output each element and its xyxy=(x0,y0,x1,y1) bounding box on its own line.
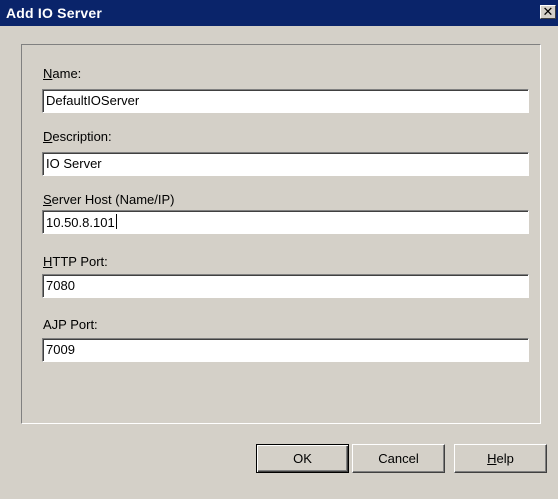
description-label: Description: xyxy=(43,129,112,144)
http-port-field[interactable]: 7080 xyxy=(42,274,529,298)
dialog-title: Add IO Server xyxy=(6,5,102,21)
ajp-port-label: AJP Port: xyxy=(43,317,98,332)
name-field-value: DefaultIOServer xyxy=(46,93,140,108)
description-field[interactable]: IO Server xyxy=(42,152,529,176)
http-port-label-text: TTP Port: xyxy=(52,254,108,269)
name-label: Name: xyxy=(43,66,81,81)
server-host-label: Server Host (Name/IP) xyxy=(43,192,174,207)
close-button[interactable]: ✕ xyxy=(540,5,556,19)
ok-button-label: OK xyxy=(293,451,312,466)
server-host-label-accelerator: S xyxy=(43,192,52,207)
name-label-accelerator: N xyxy=(43,66,53,81)
add-io-server-dialog: Add IO Server ✕ Name: DefaultIOServer De… xyxy=(0,0,558,499)
help-button-accelerator: H xyxy=(487,451,497,466)
http-port-field-value: 7080 xyxy=(46,278,75,293)
help-button-label: elp xyxy=(496,451,514,466)
server-host-field-value: 10.50.8.101 xyxy=(46,215,115,230)
help-button[interactable]: Help xyxy=(454,444,547,473)
close-icon: ✕ xyxy=(542,4,554,19)
server-host-label-text: erver Host (Name/IP) xyxy=(51,192,175,207)
http-port-label-accelerator: H xyxy=(43,254,53,269)
name-field[interactable]: DefaultIOServer xyxy=(42,89,529,113)
description-label-text: escription: xyxy=(52,129,112,144)
text-caret xyxy=(115,214,117,229)
cancel-button[interactable]: Cancel xyxy=(352,444,445,473)
name-label-text: ame: xyxy=(52,66,82,81)
http-port-label: HTTP Port: xyxy=(43,254,108,269)
description-label-accelerator: D xyxy=(43,129,53,144)
ajp-port-field[interactable]: 7009 xyxy=(42,338,529,362)
title-bar: Add IO Server ✕ xyxy=(0,0,558,26)
ajp-port-field-value: 7009 xyxy=(46,342,75,357)
cancel-button-label: Cancel xyxy=(378,451,419,466)
ajp-port-label-text: AJP Port: xyxy=(43,317,98,332)
description-field-value: IO Server xyxy=(46,156,102,171)
ok-button[interactable]: OK xyxy=(256,444,349,473)
server-host-field[interactable]: 10.50.8.101 xyxy=(42,210,529,234)
